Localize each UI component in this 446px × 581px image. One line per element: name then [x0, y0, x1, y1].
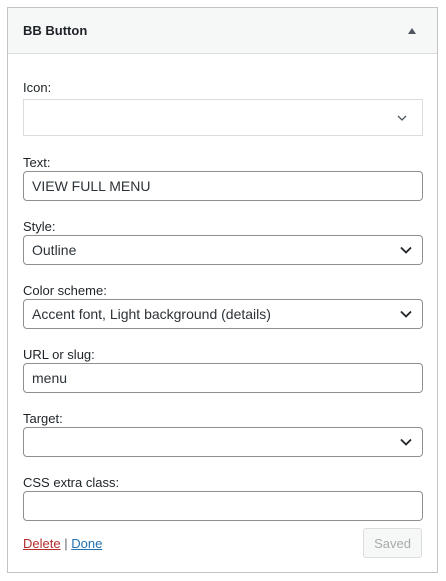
color-scheme-select[interactable]: Accent font, Light background (details) [23, 299, 423, 329]
collapse-arrow-icon[interactable] [402, 21, 422, 41]
done-link[interactable]: Done [71, 536, 102, 551]
link-separator: | [64, 535, 68, 551]
url-label: URL or slug: [23, 347, 95, 362]
delete-link[interactable]: Delete [23, 536, 61, 551]
style-select[interactable]: Outline [23, 235, 423, 265]
icon-select[interactable] [23, 99, 423, 136]
widget-title: BB Button [23, 23, 88, 38]
text-label: Text: [23, 155, 51, 170]
style-select-value: Outline [32, 242, 77, 258]
color-scheme-label: Color scheme: [23, 283, 107, 298]
chevron-down-icon [398, 434, 414, 450]
bb-button-widget: BB Button Icon: Text: Style: Outline Col… [7, 7, 438, 573]
target-select[interactable] [23, 427, 423, 457]
chevron-down-icon [398, 242, 414, 258]
target-label: Target: [23, 411, 63, 426]
url-input[interactable] [23, 363, 423, 393]
css-class-label: CSS extra class: [23, 475, 120, 490]
footer-links: Delete | Done [23, 536, 102, 551]
widget-header[interactable]: BB Button [8, 8, 437, 54]
chevron-down-icon [394, 110, 410, 126]
css-class-input[interactable] [23, 491, 423, 521]
chevron-down-icon [398, 306, 414, 322]
style-label: Style: [23, 219, 56, 234]
icon-label: Icon: [23, 80, 52, 95]
saved-button[interactable]: Saved [363, 528, 422, 558]
text-input[interactable] [23, 171, 423, 201]
widget-footer: Delete | Done Saved [23, 527, 422, 559]
color-scheme-select-value: Accent font, Light background (details) [32, 306, 271, 322]
